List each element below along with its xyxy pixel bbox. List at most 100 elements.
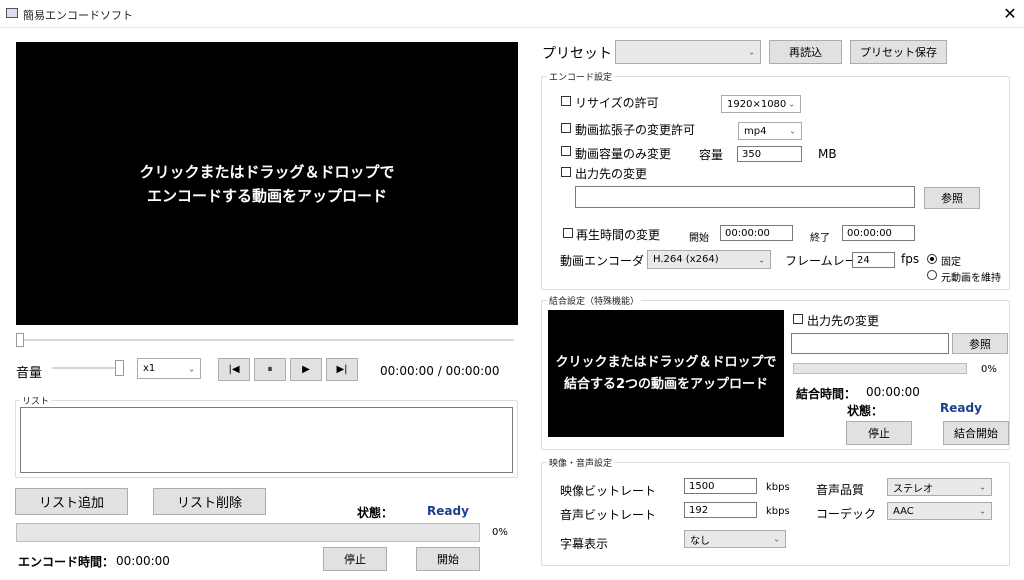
pause-icon: ⏸: [267, 364, 273, 375]
encode-settings-legend: エンコード設定: [547, 70, 615, 83]
audio-bitrate-label: 音声ビットレート: [560, 508, 657, 522]
close-icon[interactable]: ✕: [998, 2, 1022, 26]
capacity-unit: MB: [818, 147, 837, 161]
codec-label: コーデック: [816, 507, 877, 521]
extension-value: mp4: [744, 125, 767, 137]
video-bitrate-label: 映像ビットレート: [560, 484, 657, 498]
audio-quality-select[interactable]: ステレオ ⌄: [887, 478, 992, 496]
encode-start-button[interactable]: 開始: [416, 547, 480, 571]
resize-checkbox[interactable]: [561, 96, 571, 106]
speed-select[interactable]: x1 ⌄: [137, 358, 201, 379]
start-time-input[interactable]: 00:00:00: [720, 225, 793, 241]
speed-value: x1: [143, 363, 156, 374]
concat-progress-bar: [793, 363, 967, 374]
concat-output-checkbox[interactable]: [793, 314, 803, 324]
volume-thumb[interactable]: [115, 360, 124, 376]
playback-time: 00:00:00 / 00:00:00: [380, 364, 500, 378]
preset-save-button[interactable]: プリセット保存: [850, 40, 947, 64]
concat-stop-button[interactable]: 停止: [846, 421, 912, 445]
output-browse-button[interactable]: 参照: [924, 187, 980, 209]
chevron-down-icon: ⌄: [979, 482, 986, 492]
volume-track: [52, 367, 122, 369]
concat-drop-area[interactable]: クリックまたはドラッグ＆ドロップで 結合する2つの動画をアップロード: [548, 310, 784, 437]
subtitle-value: なし: [690, 535, 710, 547]
status-label: 状態：: [357, 506, 394, 520]
end-time-input[interactable]: 00:00:00: [842, 225, 915, 241]
volume-slider[interactable]: [52, 360, 124, 376]
preset-reload-button[interactable]: 再読込: [769, 40, 842, 64]
concat-output-label: 出力先の変更: [807, 314, 880, 328]
resize-value: 1920×1080: [727, 98, 787, 110]
output-label: 出力先の変更: [575, 167, 648, 181]
skip-next-button[interactable]: ▶|: [326, 358, 358, 381]
pause-button[interactable]: ⏸: [254, 358, 286, 381]
play-button[interactable]: ▶: [290, 358, 322, 381]
concat-output-input[interactable]: [791, 333, 949, 354]
play-icon: ▶: [302, 364, 310, 375]
size-only-checkbox[interactable]: [561, 146, 571, 156]
encoder-value: H.264 (x264): [653, 254, 719, 265]
encode-listbox[interactable]: [20, 407, 513, 473]
extension-checkbox[interactable]: [561, 123, 571, 133]
subtitle-select[interactable]: なし ⌄: [684, 530, 786, 548]
start-time-label: 開始: [689, 233, 709, 244]
concat-drop-line2: 結合する2つの動画をアップロード: [563, 376, 769, 392]
list-legend: リスト: [20, 394, 52, 407]
capacity-label: 容量: [699, 148, 724, 162]
audio-bitrate-input[interactable]: 192: [684, 502, 757, 518]
chevron-down-icon: ⌄: [758, 255, 765, 264]
concat-settings-legend: 結合設定（特殊機能）: [547, 294, 642, 307]
keep-original-radio[interactable]: [927, 270, 937, 280]
fixed-radio-label: 固定: [941, 257, 961, 268]
list-remove-button[interactable]: リスト削除: [153, 488, 266, 515]
skip-previous-icon: |◀: [228, 364, 240, 375]
encode-time-value: 00:00:00: [116, 554, 170, 568]
chevron-down-icon: ⌄: [979, 506, 986, 516]
concat-status-label: 状態：: [847, 404, 884, 418]
encode-stop-button[interactable]: 停止: [323, 547, 387, 571]
preset-select[interactable]: ⌄: [615, 40, 761, 64]
chevron-down-icon: ⌄: [788, 99, 795, 109]
concat-progress-percent: 0%: [981, 364, 997, 375]
av-settings-legend: 映像・音声設定: [547, 456, 615, 469]
preset-label: プリセット: [542, 46, 612, 62]
chevron-down-icon: ⌄: [789, 126, 796, 136]
audio-quality-value: ステレオ: [893, 483, 933, 495]
window-title: 簡易エンコードソフト: [23, 9, 133, 22]
encode-progress-percent: 0%: [492, 527, 508, 538]
codec-select[interactable]: AAC ⌄: [887, 502, 992, 520]
seek-bar[interactable]: [16, 333, 514, 347]
end-time-label: 終了: [810, 233, 830, 244]
concat-browse-button[interactable]: 参照: [952, 333, 1008, 354]
audio-quality-label: 音声品質: [816, 483, 865, 497]
concat-drop-line1: クリックまたはドラッグ＆ドロップで: [555, 354, 777, 370]
chevron-down-icon: ⌄: [773, 534, 780, 544]
size-only-label: 動画容量のみ変更: [575, 147, 672, 161]
video-drop-area[interactable]: クリックまたはドラッグ＆ドロップで エンコードする動画をアップロード: [16, 42, 518, 325]
video-bitrate-input[interactable]: 1500: [684, 478, 757, 494]
drop-text-line1: クリックまたはドラッグ＆ドロップで: [139, 162, 395, 181]
extension-select[interactable]: mp4 ⌄: [738, 122, 802, 140]
seek-thumb[interactable]: [16, 333, 24, 347]
playtime-checkbox[interactable]: [563, 228, 573, 238]
volume-label: 音量: [16, 366, 43, 381]
resize-label: リサイズの許可: [575, 96, 659, 110]
output-path-input[interactable]: [575, 186, 915, 208]
seek-track: [16, 339, 514, 341]
encoder-select[interactable]: H.264 (x264) ⌄: [647, 250, 771, 269]
fps-unit: fps: [901, 252, 920, 266]
output-checkbox[interactable]: [561, 167, 571, 177]
concat-time-value: 00:00:00: [866, 385, 920, 399]
skip-previous-button[interactable]: |◀: [218, 358, 250, 381]
concat-start-button[interactable]: 結合開始: [943, 421, 1009, 445]
resize-select[interactable]: 1920×1080 ⌄: [721, 95, 801, 113]
drop-text-line2: エンコードする動画をアップロード: [146, 186, 387, 205]
fixed-radio[interactable]: [927, 254, 937, 264]
title-bar: 簡易エンコードソフト ✕: [0, 0, 1024, 28]
encode-progress-bar: [16, 523, 480, 542]
concat-time-label: 結合時間：: [796, 387, 857, 401]
capacity-input[interactable]: 350: [737, 146, 802, 162]
video-bitrate-unit: kbps: [766, 482, 790, 493]
list-add-button[interactable]: リスト追加: [15, 488, 128, 515]
framerate-input[interactable]: 24: [852, 252, 895, 268]
